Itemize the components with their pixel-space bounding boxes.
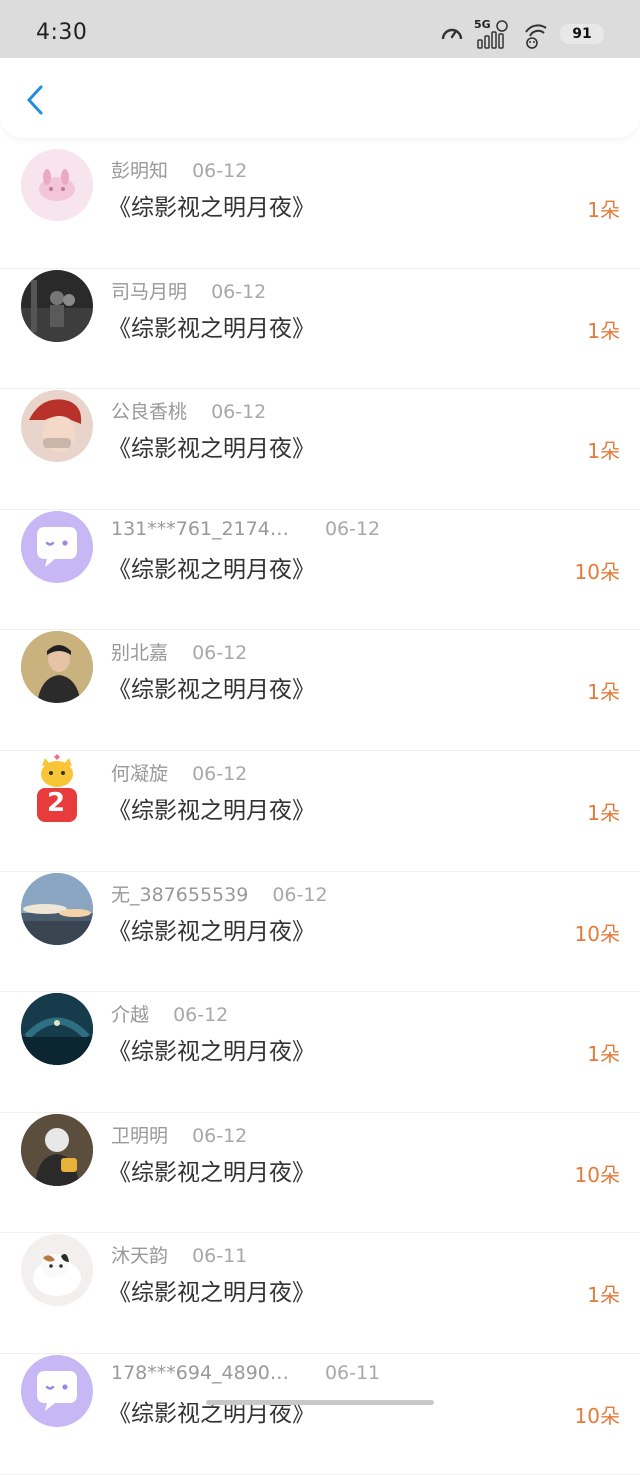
- avatar[interactable]: [21, 1113, 93, 1186]
- gift-amount: 1朵: [587, 318, 620, 343]
- avatar-number: 2: [47, 787, 66, 818]
- date: 06-12: [192, 762, 248, 785]
- user-line: 何凝旋 06-12: [111, 759, 247, 786]
- list-item[interactable]: 2 何凝旋 06-12 《综影视之明月夜》 1朵: [0, 751, 640, 872]
- username: 司马月明: [111, 280, 188, 303]
- status-icons: 5G 91: [440, 16, 604, 52]
- list-item[interactable]: 彭明知 06-12 《综影视之明月夜》 1朵: [0, 148, 640, 269]
- user-line: 公良香桃 06-12: [111, 397, 266, 424]
- list-item[interactable]: 公良香桃 06-12 《综影视之明月夜》 1朵: [0, 389, 640, 510]
- list-item[interactable]: 别北嘉 06-12 《综影视之明月夜》 1朵: [0, 630, 640, 751]
- book-title: 《综影视之明月夜》: [108, 1159, 315, 1186]
- book-title: 《综影视之明月夜》: [108, 1039, 315, 1066]
- date: 06-11: [324, 1361, 381, 1384]
- gift-amount: 10朵: [574, 1403, 620, 1428]
- username: 何凝旋: [111, 762, 169, 785]
- list-item[interactable]: 介越 06-12 《综影视之明月夜》 1朵: [0, 992, 640, 1113]
- list-item[interactable]: 沐天韵 06-11 《综影视之明月夜》 1朵: [0, 1233, 640, 1354]
- gift-amount: 10朵: [574, 921, 620, 946]
- book-title: 《综影视之明月夜》: [108, 918, 315, 945]
- list-item[interactable]: 131***761_2174… 06-12 《综影视之明月夜》 10朵: [0, 510, 640, 631]
- date: 06-12: [324, 517, 381, 540]
- battery-level: 91: [572, 26, 592, 42]
- date: 06-12: [192, 1124, 248, 1147]
- username: 卫明明: [111, 1124, 169, 1147]
- book-title: 《综影视之明月夜》: [108, 195, 315, 221]
- user-line: 别北嘉 06-12: [111, 638, 247, 665]
- list-item[interactable]: 无_387655539 06-12 《综影视之明月夜》 10朵: [0, 872, 640, 993]
- username: 无_387655539: [111, 883, 249, 906]
- avatar[interactable]: [21, 1234, 93, 1307]
- header-bar: [0, 58, 640, 138]
- username: 公良香桃: [111, 401, 188, 424]
- avatar[interactable]: [21, 993, 93, 1066]
- book-title: 《综影视之明月夜》: [108, 436, 315, 463]
- username: 178***694_4890…: [111, 1361, 289, 1384]
- user-line: 131***761_2174… 06-12: [111, 518, 380, 540]
- user-line: 彭明知 06-12: [111, 156, 247, 183]
- list-item[interactable]: 司马月明 06-12 《综影视之明月夜》 1朵: [0, 269, 640, 390]
- book-title: 《综影视之明月夜》: [108, 1280, 315, 1307]
- book-title: 《综影视之明月夜》: [108, 677, 315, 704]
- gift-amount: 1朵: [587, 1042, 620, 1067]
- date: 06-12: [272, 883, 328, 906]
- back-button[interactable]: [18, 84, 52, 120]
- book-title: 《综影视之明月夜》: [108, 556, 315, 583]
- gift-amount: 1朵: [587, 1283, 620, 1308]
- user-line: 178***694_4890… 06-11: [111, 1362, 380, 1384]
- user-line: 卫明明 06-12: [111, 1121, 247, 1148]
- signal-bars-icon: 5G: [474, 18, 510, 50]
- list-item[interactable]: 178***694_4890… 06-11 《综影视之明月夜》 10朵: [0, 1354, 640, 1475]
- gift-amount: 10朵: [574, 559, 620, 584]
- username: 别北嘉: [111, 642, 169, 665]
- date: 06-12: [211, 401, 267, 424]
- avatar[interactable]: 2: [21, 751, 93, 824]
- gift-amount: 1朵: [587, 680, 620, 705]
- date: 06-11: [192, 1245, 248, 1268]
- avatar[interactable]: [21, 872, 93, 945]
- username: 131***761_2174…: [111, 517, 289, 540]
- gift-amount: 1朵: [587, 439, 620, 464]
- avatar[interactable]: [21, 510, 93, 583]
- user-line: 无_387655539 06-12: [111, 880, 328, 907]
- avatar[interactable]: [21, 149, 93, 221]
- avatar[interactable]: [21, 631, 93, 704]
- home-indicator[interactable]: [206, 1400, 434, 1405]
- gift-list: 彭明知 06-12 《综影视之明月夜》 1朵 司马月明 06-12 《综影视之明…: [0, 148, 640, 1475]
- speed-meter-icon: [440, 22, 464, 46]
- list-item[interactable]: 卫明明 06-12 《综影视之明月夜》 10朵: [0, 1113, 640, 1234]
- battery-icon: 91: [560, 20, 604, 48]
- avatar[interactable]: [21, 390, 93, 463]
- username: 介越: [111, 1004, 150, 1027]
- gift-amount: 1朵: [587, 198, 620, 222]
- avatar[interactable]: [21, 1354, 93, 1427]
- gift-amount: 10朵: [574, 1162, 620, 1187]
- username: 沐天韵: [111, 1245, 169, 1268]
- date: 06-12: [173, 1004, 229, 1027]
- user-line: 介越 06-12: [111, 1000, 228, 1027]
- user-line: 司马月明 06-12: [111, 277, 266, 304]
- status-bar: 4:30 5G 91: [0, 0, 640, 64]
- date: 06-12: [192, 160, 248, 182]
- username: 彭明知: [111, 160, 169, 182]
- wifi-icon: [520, 19, 550, 49]
- avatar[interactable]: [21, 269, 93, 342]
- date: 06-12: [192, 642, 248, 665]
- status-time: 4:30: [36, 20, 88, 45]
- user-line: 沐天韵 06-11: [111, 1241, 247, 1268]
- book-title: 《综影视之明月夜》: [108, 315, 315, 342]
- date: 06-12: [211, 280, 267, 303]
- book-title: 《综影视之明月夜》: [108, 797, 315, 824]
- gift-amount: 1朵: [587, 800, 620, 825]
- chevron-left-icon: [25, 84, 45, 120]
